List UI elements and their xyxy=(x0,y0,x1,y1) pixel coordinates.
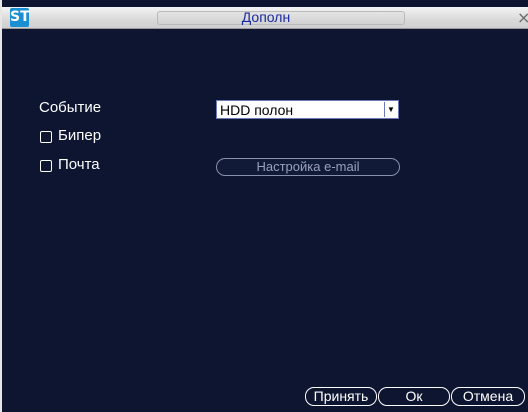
window-title: Дополн xyxy=(241,9,291,25)
close-icon[interactable]: × xyxy=(517,8,528,27)
event-select-value: HDD полон xyxy=(220,102,294,118)
cancel-button[interactable]: Отмена xyxy=(451,387,525,406)
beeper-checkbox[interactable] xyxy=(40,131,52,143)
chevron-down-icon[interactable]: ▼ xyxy=(384,102,397,117)
event-select[interactable]: HDD полон ▼ xyxy=(216,100,399,119)
event-label: Событие xyxy=(39,99,102,116)
mail-checkbox[interactable] xyxy=(40,160,52,172)
beeper-label: Бипер xyxy=(58,127,102,144)
title-bar: ST Дополн × xyxy=(2,7,528,29)
email-settings-button[interactable]: Настройка e-mail xyxy=(216,158,400,176)
mail-label: Почта xyxy=(58,156,100,173)
ok-button[interactable]: Ок xyxy=(378,387,450,406)
apply-button[interactable]: Принять xyxy=(305,387,377,406)
settings-dialog: ST Дополн × Событие HDD полон ▼ Бипер По… xyxy=(0,0,528,412)
